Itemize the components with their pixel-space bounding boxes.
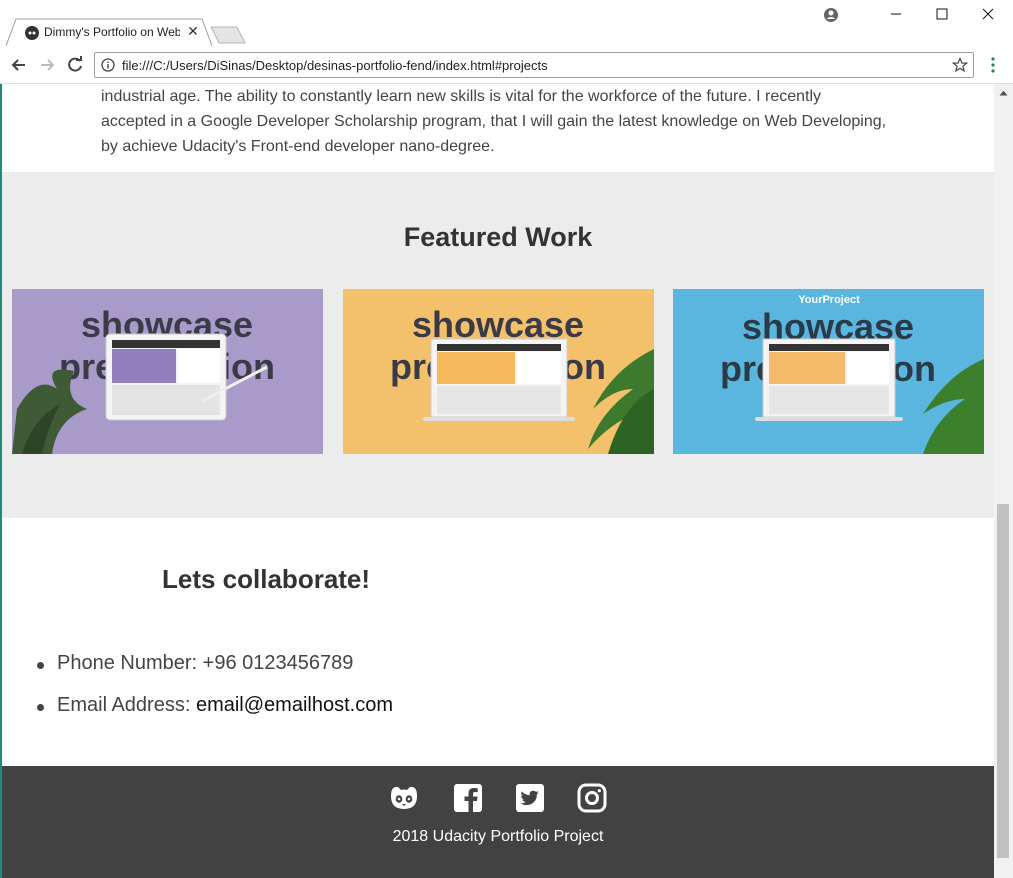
email-link[interactable]: email@emailhost.com bbox=[196, 694, 393, 716]
project-image-1: showcase presentation bbox=[12, 289, 323, 454]
list-bullet bbox=[37, 662, 44, 669]
phone-text: Phone Number: +96 0123456789 bbox=[57, 652, 354, 674]
project-card-2[interactable]: showcase presentation bbox=[343, 289, 654, 454]
featured-work-title: Featured Work bbox=[403, 222, 593, 252]
browser-tab[interactable]: Dimmy's Portfolio on Web ✕ bbox=[6, 18, 212, 46]
address-bar[interactable]: file:///C:/Users/DiSinas/Desktop/desinas… bbox=[94, 52, 974, 78]
maximize-icon bbox=[936, 8, 948, 20]
scroll-up-arrow-icon[interactable] bbox=[999, 90, 1008, 96]
project-brand: YourProject bbox=[798, 294, 860, 306]
new-tab-button[interactable] bbox=[210, 26, 246, 44]
page-footer: 2018 Udacity Portfolio Project bbox=[2, 766, 994, 878]
phone-item: Phone Number: +96 0123456789 bbox=[37, 652, 393, 694]
reload-icon[interactable] bbox=[64, 54, 86, 76]
more-menu-icon[interactable] bbox=[985, 56, 1001, 74]
instagram-icon[interactable] bbox=[576, 782, 608, 814]
project-card-3[interactable]: YourProject showcase presentation bbox=[673, 289, 984, 454]
facebook-icon[interactable] bbox=[452, 782, 484, 814]
close-window-button[interactable] bbox=[965, 0, 1011, 30]
github-icon[interactable] bbox=[388, 782, 420, 814]
email-label: Email Address: bbox=[57, 694, 196, 716]
url-text: file:///C:/Users/DiSinas/Desktop/desinas… bbox=[122, 58, 548, 73]
minimize-icon bbox=[891, 13, 901, 15]
page-scrollbar[interactable] bbox=[994, 84, 1013, 878]
contact-title: Lets collaborate! bbox=[162, 564, 371, 594]
email-item: Email Address: email@emailhost.com bbox=[37, 694, 393, 736]
about-paragraph: industrial age. The ability to constantl… bbox=[101, 84, 891, 159]
footer-copyright: 2018 Udacity Portfolio Project bbox=[392, 828, 604, 845]
info-icon[interactable] bbox=[101, 58, 115, 72]
contact-list: Phone Number: +96 0123456789 Email Addre… bbox=[37, 652, 393, 736]
list-bullet bbox=[37, 704, 44, 711]
close-icon[interactable]: ✕ bbox=[186, 24, 200, 38]
about-line: by achieve Udacity's Front-end developer… bbox=[101, 138, 495, 155]
octocat-favicon-icon bbox=[25, 26, 39, 40]
profile-icon[interactable] bbox=[820, 4, 842, 26]
minimize-button[interactable] bbox=[873, 0, 919, 30]
project-image-3: YourProject showcase presentation bbox=[673, 289, 984, 454]
bookmark-star-icon[interactable] bbox=[952, 57, 968, 73]
about-line: industrial age. The ability to constantl… bbox=[101, 88, 822, 105]
twitter-icon[interactable] bbox=[514, 782, 546, 814]
maximize-button[interactable] bbox=[919, 0, 965, 30]
page-viewport: industrial age. The ability to constantl… bbox=[2, 84, 994, 878]
browser-titlebar: Dimmy's Portfolio on Web ✕ bbox=[0, 0, 1013, 46]
project-card-1[interactable]: showcase presentation bbox=[12, 289, 323, 454]
forward-arrow-icon[interactable] bbox=[36, 54, 58, 76]
back-arrow-icon[interactable] bbox=[8, 54, 30, 76]
featured-work-section: Featured Work showcase presentation show… bbox=[2, 172, 994, 518]
contact-section: Lets collaborate! Phone Number: +96 0123… bbox=[2, 518, 994, 766]
tab-title: Dimmy's Portfolio on Web bbox=[44, 25, 180, 39]
close-window-icon bbox=[982, 8, 994, 20]
project-image-2: showcase presentation bbox=[343, 289, 654, 454]
about-line: accepted in a Google Developer Scholarsh… bbox=[101, 113, 887, 130]
browser-toolbar: file:///C:/Users/DiSinas/Desktop/desinas… bbox=[0, 46, 1013, 84]
scrollbar-thumb[interactable] bbox=[997, 504, 1009, 858]
